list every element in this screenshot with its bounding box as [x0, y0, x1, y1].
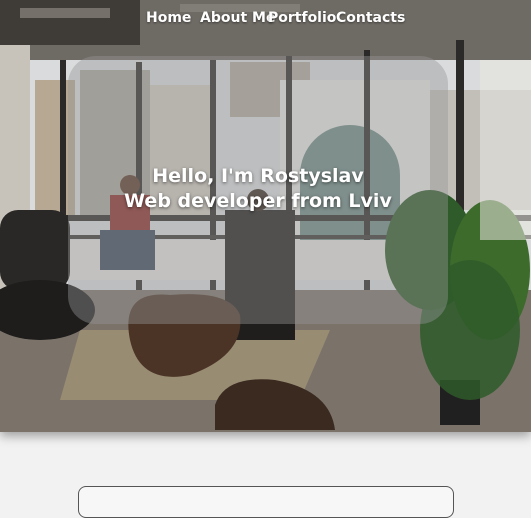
- nav-link-portfolio[interactable]: Portfolio: [268, 10, 336, 26]
- nav-link-contacts[interactable]: Contacts: [336, 10, 405, 26]
- nav-link-about-me[interactable]: About Me: [200, 10, 275, 26]
- hero-subtitle: Web developer from Lviv: [124, 190, 392, 212]
- top-navigation: Home About Me Portfolio Contacts: [0, 0, 531, 40]
- nav-link-home[interactable]: Home: [146, 10, 191, 26]
- hero-greeting: Hello, I'm Rostyslav: [152, 165, 364, 187]
- hero-headline: Hello, I'm Rostyslav Web developer from …: [68, 164, 448, 214]
- hero-section: Home About Me Portfolio Contacts Hello, …: [0, 0, 531, 432]
- content-box: [78, 486, 454, 518]
